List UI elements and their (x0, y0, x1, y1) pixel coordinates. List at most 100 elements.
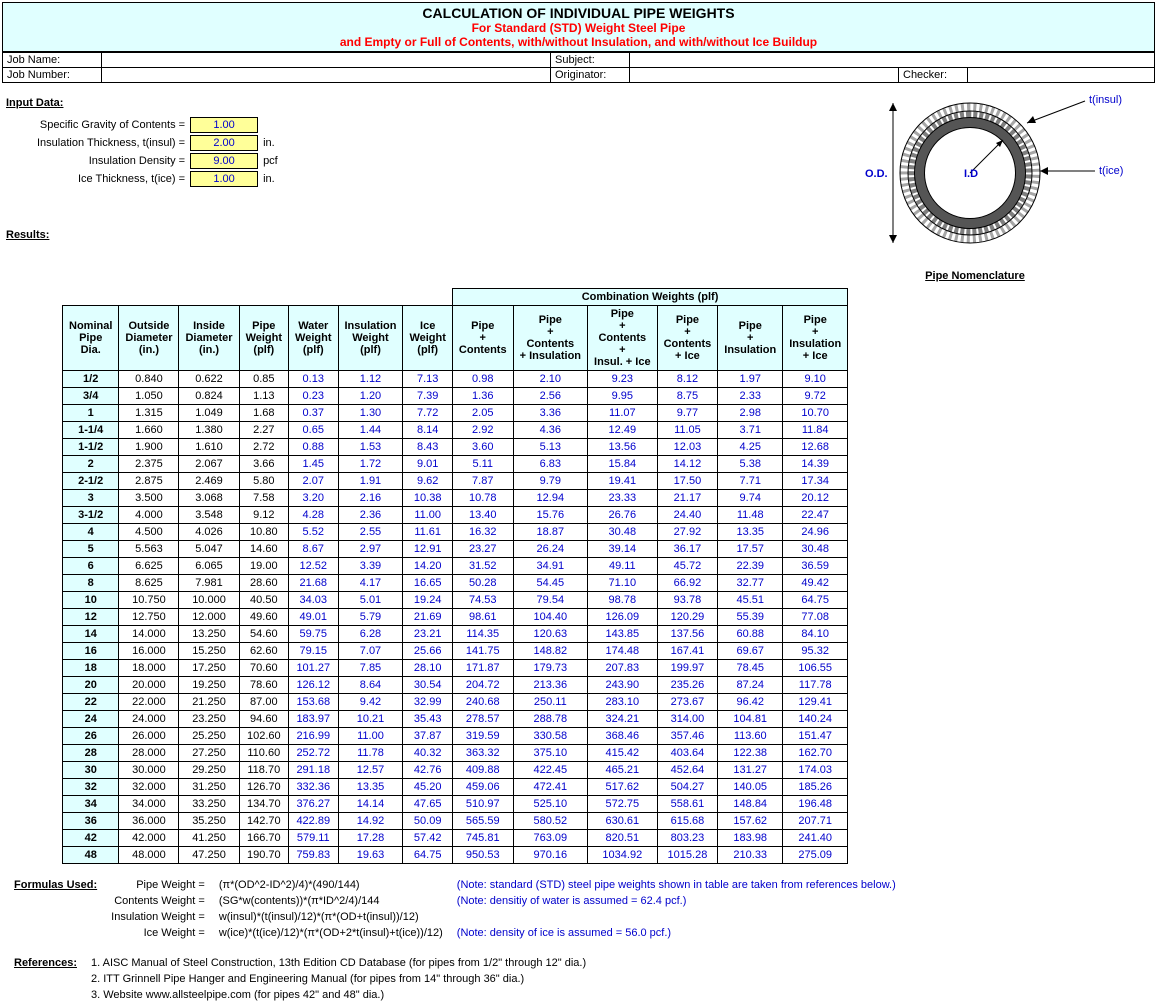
cell: 190.70 (239, 847, 288, 864)
cell: 7.85 (338, 660, 403, 677)
col-header: Pipe+Contents+ Ice (657, 306, 718, 371)
cell: 2.375 (119, 456, 179, 473)
cell: 7.71 (718, 473, 783, 490)
table-row: 2828.00027.250110.60252.7211.7840.32363.… (63, 745, 848, 762)
cell: 1-1/2 (63, 439, 119, 456)
cell: 1.44 (338, 422, 403, 439)
cell: 324.21 (588, 711, 658, 728)
cell: 14.20 (403, 558, 452, 575)
table-row: 2626.00025.250102.60216.9911.0037.87319.… (63, 728, 848, 745)
cell: 3.20 (289, 490, 338, 507)
cell: 148.82 (513, 643, 587, 660)
cell: 78.45 (718, 660, 783, 677)
cell: 14.000 (119, 626, 179, 643)
insd-unit: pcf (260, 153, 281, 169)
sg-input[interactable]: 1.00 (190, 117, 258, 133)
checker-field[interactable] (968, 68, 1155, 83)
insd-input[interactable]: 9.00 (190, 153, 258, 169)
page-subtitle-2: and Empty or Full of Contents, with/with… (3, 35, 1154, 49)
cell: 24 (63, 711, 119, 728)
cell: 216.99 (289, 728, 338, 745)
cell: 8.43 (403, 439, 452, 456)
table-row: 3636.00035.250142.70422.8914.9250.09565.… (63, 813, 848, 830)
cell: 117.78 (783, 677, 848, 694)
cell: 42 (63, 830, 119, 847)
cell: 376.27 (289, 796, 338, 813)
cell: 142.70 (239, 813, 288, 830)
cell: 5.047 (179, 541, 239, 558)
table-row: 1-1/41.6601.3802.270.651.448.142.924.361… (63, 422, 848, 439)
cell: 7.07 (338, 643, 403, 660)
cell: 3.500 (119, 490, 179, 507)
originator-field[interactable] (630, 68, 899, 83)
cell: 28.000 (119, 745, 179, 762)
cell: 11.84 (783, 422, 848, 439)
cell: 167.41 (657, 643, 718, 660)
cell: 1.72 (338, 456, 403, 473)
cell: 363.32 (452, 745, 513, 762)
cell: 26.24 (513, 541, 587, 558)
cell: 3.36 (513, 405, 587, 422)
cell: 7.87 (452, 473, 513, 490)
pipe-diagram: I.D O.D. t(insul) t(ice) Pipe Nomenclatu… (795, 83, 1155, 282)
cell: 820.51 (588, 830, 658, 847)
cell: 10.750 (119, 592, 179, 609)
cell: 113.60 (718, 728, 783, 745)
cell: 79.15 (289, 643, 338, 660)
cell: 357.46 (657, 728, 718, 745)
table-row: 3-1/24.0003.5489.124.282.3611.0013.4015.… (63, 507, 848, 524)
cell: 157.62 (718, 813, 783, 830)
jobnumber-field[interactable] (102, 68, 551, 83)
tins-input[interactable]: 2.00 (190, 135, 258, 151)
table-row: 1/20.8400.6220.850.131.127.130.982.109.2… (63, 371, 848, 388)
cell: 2.92 (452, 422, 513, 439)
cell: 126.12 (289, 677, 338, 694)
cell: 6.065 (179, 558, 239, 575)
cell: 74.53 (452, 592, 513, 609)
cell: 291.18 (289, 762, 338, 779)
cell: 98.78 (588, 592, 658, 609)
references-block: References:1. AISC Manual of Steel Const… (6, 954, 594, 1004)
cell: 5.52 (289, 524, 338, 541)
cell: 8.12 (657, 371, 718, 388)
cell: 174.48 (588, 643, 658, 660)
cell: 171.87 (452, 660, 513, 677)
tice-input[interactable]: 1.00 (190, 171, 258, 187)
cell: 422.89 (289, 813, 338, 830)
cell: 1.36 (452, 388, 513, 405)
jobname-field[interactable] (102, 53, 551, 68)
cell: 1.20 (338, 388, 403, 405)
cell: 8.64 (338, 677, 403, 694)
cell: 35.43 (403, 711, 452, 728)
cell: 49.42 (783, 575, 848, 592)
cell: 16 (63, 643, 119, 660)
cell: 120.63 (513, 626, 587, 643)
cell: 14.39 (783, 456, 848, 473)
cell: 28.60 (239, 575, 288, 592)
cell: 77.08 (783, 609, 848, 626)
cell: 1.45 (289, 456, 338, 473)
cell: 13.35 (338, 779, 403, 796)
cell: 1.050 (119, 388, 179, 405)
cell: 17.57 (718, 541, 783, 558)
cell: 36.17 (657, 541, 718, 558)
checker-label: Checker: (899, 68, 968, 83)
cell: 10.000 (179, 592, 239, 609)
cell: 11.48 (718, 507, 783, 524)
cell: 25.250 (179, 728, 239, 745)
cell: 42.76 (403, 762, 452, 779)
cell: 0.824 (179, 388, 239, 405)
cell: 950.53 (452, 847, 513, 864)
cell: 403.64 (657, 745, 718, 762)
cell: 241.40 (783, 830, 848, 847)
cell: 18.87 (513, 524, 587, 541)
diagram-tins-label: t(insul) (1089, 94, 1122, 106)
cell: 235.26 (657, 677, 718, 694)
cell: 101.27 (289, 660, 338, 677)
cell: 10.21 (338, 711, 403, 728)
cell: 120.29 (657, 609, 718, 626)
subject-field[interactable] (630, 53, 1155, 68)
cell: 22 (63, 694, 119, 711)
cell: 2.469 (179, 473, 239, 490)
cell: 15.84 (588, 456, 658, 473)
